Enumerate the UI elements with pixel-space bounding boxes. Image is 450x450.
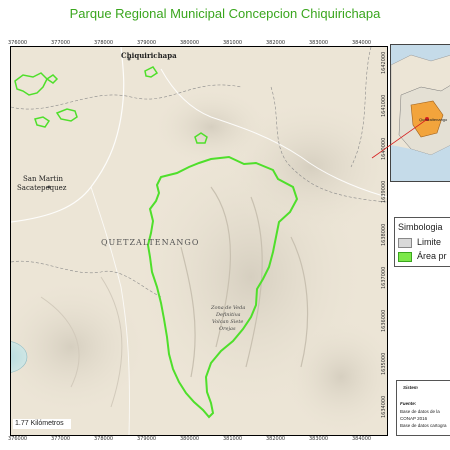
info-heading: Sistem (403, 385, 418, 390)
x-tick-top: 384000 (352, 40, 372, 46)
x-tick-bottom: 382000 (266, 436, 286, 442)
place-chiquirichapa: Chiquirichapa (121, 51, 177, 60)
x-tick-top: 378000 (94, 40, 114, 46)
inset-map-graphic (391, 54, 450, 181)
place-zona-line1: Zona de Veda (211, 305, 246, 311)
legend-swatch-limite (398, 237, 412, 248)
info-source-label: Fuente: (400, 401, 417, 406)
main-map[interactable]: Chiquirichapa San Martin Sacatepequez QU… (10, 46, 388, 436)
x-tick-bottom: 380000 (180, 436, 200, 442)
x-tick-bottom: 379000 (137, 436, 157, 442)
y-tick-right: 1640000 (381, 137, 387, 160)
legend-item-limite: Limite (398, 237, 441, 248)
info-line3: Base de datos cartogra (400, 423, 447, 428)
x-tick-bottom: 376000 (8, 436, 28, 442)
legend-item-area: Área pr (398, 251, 447, 262)
place-zona-line2: Definitiva (216, 312, 241, 318)
x-tick-top: 379000 (137, 40, 157, 46)
legend: Simbologia Limite Área pr (394, 217, 450, 267)
info-line1: Base de datos de la (400, 409, 440, 414)
legend-swatch-area (398, 251, 412, 262)
info-line2: CONAP 2016 (400, 416, 428, 421)
place-zona-line4: Orejas (219, 326, 236, 332)
y-tick-right: 1639000 (381, 180, 387, 203)
protected-area-patch-5 (34, 116, 51, 128)
y-tick-right: 1634000 (381, 395, 387, 418)
y-tick-right: 1636000 (381, 309, 387, 332)
place-zona-line3: Volcan Siete (212, 319, 244, 325)
y-tick-right: 1635000 (381, 352, 387, 375)
legend-title: Simbologia (398, 222, 443, 232)
y-tick-right: 1642000 (381, 51, 387, 74)
protected-area-patch-2 (45, 74, 59, 84)
protected-area-patch-4 (55, 108, 78, 122)
x-tick-bottom: 381000 (223, 436, 243, 442)
protected-area-patch-1 (14, 72, 48, 96)
scale-bar-label: 1.77 Kilómetros (15, 420, 64, 427)
inset-locator-map[interactable]: Quetzaltenango (390, 44, 450, 182)
protected-area-main-polygon (146, 155, 299, 419)
y-tick-right: 1641000 (381, 94, 387, 117)
place-department: QUETZALTENANGO (101, 238, 200, 247)
x-tick-bottom: 384000 (352, 436, 372, 442)
map-title: Parque Regional Municipal Concepcion Chi… (69, 6, 381, 21)
y-tick-right: 1637000 (381, 266, 387, 289)
info-box: Sistem Fuente: Base de datos de la CONAP… (396, 380, 450, 436)
x-tick-top: 382000 (266, 40, 286, 46)
legend-label: Limite (417, 237, 442, 247)
x-tick-top: 377000 (51, 40, 71, 46)
place-san-martin-line2: Sacatepequez (17, 184, 67, 192)
scale-bar: 1.77 Kilómetros (13, 419, 71, 429)
legend-label: Área pr (417, 251, 447, 261)
x-tick-bottom: 378000 (94, 436, 114, 442)
x-tick-bottom: 383000 (309, 436, 329, 442)
x-tick-top: 376000 (8, 40, 28, 46)
x-tick-top: 383000 (309, 40, 329, 46)
place-san-martin-line1: San Martin (23, 175, 63, 183)
inset-label: Quetzaltenango (419, 117, 448, 122)
protected-area-patch-3 (144, 66, 159, 78)
x-tick-top: 380000 (180, 40, 200, 46)
x-tick-bottom: 377000 (51, 436, 71, 442)
y-tick-right: 1638000 (381, 223, 387, 246)
x-tick-top: 381000 (223, 40, 243, 46)
protected-area-patch-6 (194, 132, 208, 144)
